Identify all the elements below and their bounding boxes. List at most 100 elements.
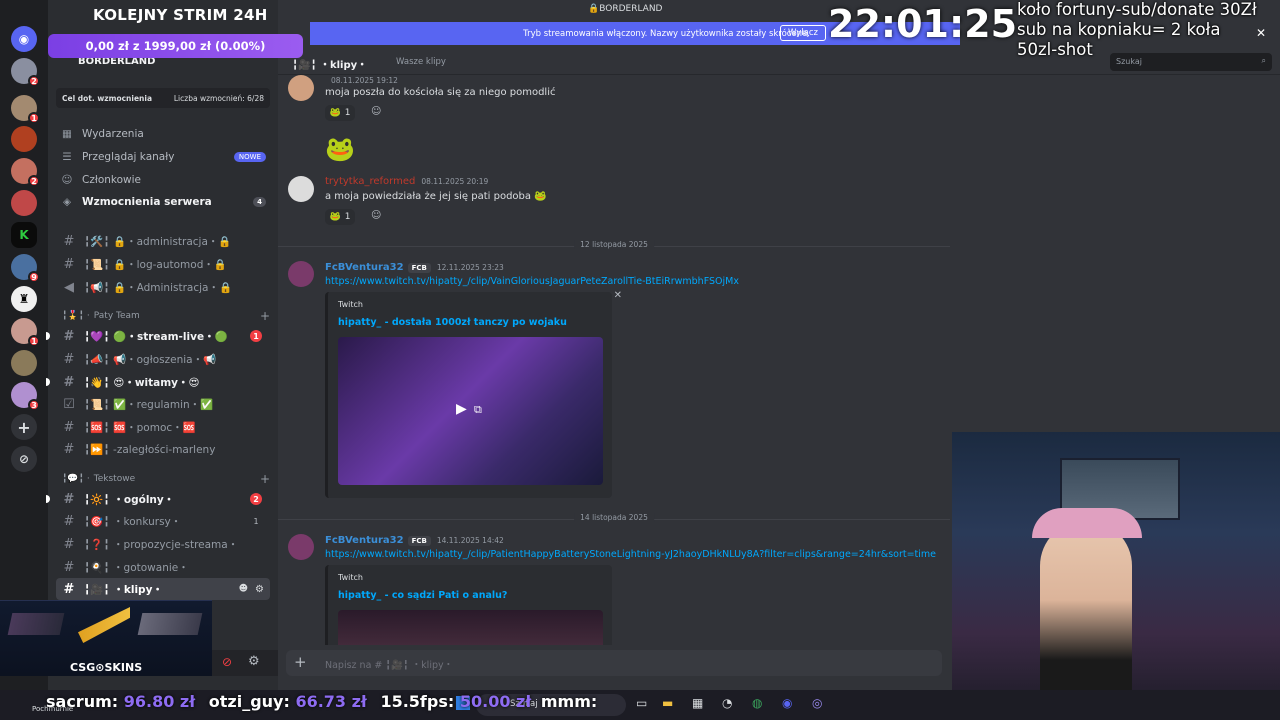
add-reaction-icon[interactable]: ☺ bbox=[371, 210, 381, 221]
clip-thumbnail[interactable] bbox=[338, 610, 603, 645]
file-explorer-icon[interactable]: ▬ bbox=[662, 696, 673, 710]
server-rail: ◉ 2 1 2 K 9 ♜ 1 3 + ⊘ bbox=[0, 0, 48, 690]
rules-icon: ☑ bbox=[63, 396, 75, 412]
clip-link[interactable]: https://www.twitch.tv/hipatty_/clip/Pati… bbox=[325, 549, 950, 560]
user-settings-icon[interactable]: ⚙ bbox=[248, 654, 260, 669]
channel-gotowanie[interactable]: # ╏🍳╏ ・gotowanie・ bbox=[56, 556, 270, 578]
kick-server-icon[interactable]: K bbox=[11, 222, 37, 248]
channel-pomoc[interactable]: # ╏🆘╏ 🆘・pomoc・🆘 bbox=[56, 416, 270, 438]
channel-witamy[interactable]: # ╏👋╏ 😍・witamy・😍 bbox=[46, 371, 270, 393]
channel-zaleglosci[interactable]: # ╏⏩╏ -zaległości-marleny bbox=[56, 438, 270, 460]
boost-goal-bar[interactable]: Cel dot. wzmocnienia Liczba wzmocnień: 6… bbox=[56, 88, 270, 108]
menu-members[interactable]: ☺ Członkowie bbox=[60, 174, 142, 186]
add-reaction-icon[interactable]: ☺ bbox=[371, 106, 381, 117]
channel-stream-live[interactable]: # ╏💜╏ 🟢・stream-live・🟢 1 bbox=[46, 325, 270, 347]
frog-emoji-icon: 🐸 bbox=[329, 108, 341, 118]
menu-browse-channels[interactable]: ☰ Przeglądaj kanały NOWE bbox=[60, 151, 266, 163]
server-icon[interactable]: 9 bbox=[11, 254, 40, 283]
menu-server-boosts[interactable]: ◈ Wzmocnienia serwera 4 bbox=[60, 196, 266, 208]
chrome-icon[interactable]: ◍ bbox=[752, 696, 762, 710]
clip-thumbnail[interactable]: ▶ ⧉ bbox=[338, 337, 603, 485]
message[interactable]: 08.11.2025 19:12 moja poszła do kościoła… bbox=[288, 75, 938, 163]
discord-taskbar-icon[interactable]: ◉ bbox=[782, 696, 792, 710]
reaction[interactable]: 🐸 1 bbox=[325, 209, 355, 225]
add-attachment-icon[interactable]: + bbox=[294, 653, 307, 671]
discord-home-icon[interactable]: ◉ bbox=[11, 26, 37, 52]
twitch-embed: Twitch hipatty_ - dostała 1000zł tanczy … bbox=[325, 290, 622, 498]
message[interactable]: FcBVentura32 FCB 14.11.2025 14:42 https://… bbox=[288, 534, 938, 645]
avatar[interactable] bbox=[288, 261, 314, 287]
category-prefix: ╏🎖️╏ · bbox=[62, 311, 90, 321]
wheel-line: 50zl-shot bbox=[1017, 40, 1093, 59]
message[interactable]: trytytka_reformed 08.11.2025 20:19 a moja… bbox=[288, 176, 938, 226]
server-icon[interactable]: ♜ bbox=[11, 286, 37, 312]
hash-icon: # bbox=[63, 581, 75, 597]
avatar[interactable] bbox=[288, 75, 314, 101]
server-icon[interactable] bbox=[11, 190, 37, 216]
category-name: Tekstowe bbox=[93, 474, 136, 484]
server-icon[interactable] bbox=[11, 126, 37, 152]
channel-ogloszenia[interactable]: # ╏📣╏ 📢・ogłoszenia・📢 bbox=[56, 348, 270, 370]
channel-name: ╏🍳╏ ・gotowanie・ bbox=[84, 561, 189, 574]
stream-mute-icon[interactable]: ⊘ bbox=[222, 655, 232, 669]
open-external-icon[interactable]: ⧉ bbox=[474, 403, 482, 417]
channel-ogolny[interactable]: # ╏🔆╏ ・ogólny・ 2 bbox=[46, 488, 270, 510]
app-icon[interactable]: ◎ bbox=[812, 696, 822, 710]
app-icon[interactable]: ◔ bbox=[722, 696, 732, 710]
disable-streamer-mode-button[interactable]: Wyłącz bbox=[779, 25, 826, 41]
username[interactable]: FcBVentura32 bbox=[325, 262, 404, 273]
boost-count-badge: 4 bbox=[253, 197, 266, 207]
server-icon[interactable] bbox=[11, 350, 37, 376]
borderland-server-icon[interactable]: 3 bbox=[11, 382, 40, 411]
message-header: FcBVentura32 FCB 14.11.2025 14:42 bbox=[325, 535, 504, 546]
channel-klipy[interactable]: # ╏🎥╏ ・klipy・ ⚙ ☻ bbox=[56, 578, 270, 600]
channel-propozycje[interactable]: # ╏❓╏ ・propozycje-streama・ bbox=[56, 533, 270, 555]
category-tekstowe[interactable]: ╏💬╏ · Tekstowe + bbox=[62, 472, 272, 486]
channel-name: ╏🆘╏ 🆘・pomoc・🆘 bbox=[84, 421, 196, 434]
message[interactable]: FcBVentura32 FCB 12.11.2025 23:23 https://… bbox=[288, 261, 938, 501]
category-paty-team[interactable]: ╏🎖️╏ · Paty Team + bbox=[62, 309, 272, 323]
channel-regulamin[interactable]: ☑ ╏📜╏ ✅・regulamin・✅ bbox=[56, 393, 270, 415]
clip-link[interactable]: https://www.twitch.tv/hipatty_/clip/Vain… bbox=[325, 276, 739, 287]
remove-embed-icon[interactable]: ✕ bbox=[614, 290, 622, 301]
message-header: trytytka_reformed 08.11.2025 20:19 bbox=[325, 176, 488, 187]
invite-icon[interactable]: ☻ bbox=[239, 584, 248, 594]
channel-konkursy[interactable]: # ╏🎯╏ ・konkursy・ 1 bbox=[56, 510, 270, 532]
thread-title[interactable]: Wasze klipy bbox=[396, 57, 446, 67]
donor-name: mmm: bbox=[540, 692, 598, 711]
mention-badge: 2 bbox=[250, 493, 262, 505]
username[interactable]: FcBVentura32 bbox=[325, 535, 404, 546]
add-channel-icon[interactable]: + bbox=[260, 309, 270, 323]
message-text: a moja powiedziała że jej się pati podob… bbox=[325, 191, 547, 202]
channel-log-automod[interactable]: # ╏📜╏ 🔒・log-automod・🔒 bbox=[56, 253, 270, 275]
add-channel-icon[interactable]: + bbox=[260, 472, 270, 486]
add-server-icon[interactable]: + bbox=[11, 414, 37, 440]
avatar[interactable] bbox=[288, 176, 314, 202]
reaction-count: 1 bbox=[344, 212, 351, 222]
embed-title[interactable]: hipatty_ - co sądzi Pati o analu? bbox=[338, 590, 507, 601]
discover-icon[interactable]: ⊘ bbox=[11, 446, 37, 472]
channel-name: ╏🎥╏ ・klipy・ bbox=[84, 583, 163, 596]
settings-icon[interactable]: ⚙ bbox=[255, 584, 264, 595]
channel-administracja-voice[interactable]: ◀ ╏📢╏ 🔒・Administracja・🔒 bbox=[56, 276, 270, 298]
hash-icon: # bbox=[63, 536, 75, 552]
menu-events[interactable]: ▦ Wydarzenia bbox=[60, 128, 144, 140]
avatar[interactable] bbox=[288, 534, 314, 560]
server-icon[interactable]: 2 bbox=[11, 58, 40, 87]
task-view-icon[interactable]: ▭ bbox=[636, 696, 647, 710]
embed-title[interactable]: hipatty_ - dostała 1000zł tanczy po woja… bbox=[338, 317, 567, 328]
channel-name: ╏👋╏ 😍・witamy・😍 bbox=[84, 376, 200, 389]
store-icon[interactable]: ▦ bbox=[692, 696, 703, 710]
server-icon[interactable]: 2 bbox=[11, 158, 40, 187]
window-title: 🔒BORDERLAND bbox=[588, 4, 662, 14]
reaction[interactable]: 🐸 1 bbox=[325, 105, 355, 121]
play-icon[interactable]: ▶ bbox=[456, 401, 467, 417]
channel-administracja[interactable]: # ╏🛠️╏ 🔒・administracja・🔒 bbox=[56, 230, 270, 252]
server-icon[interactable]: 1 bbox=[11, 95, 40, 124]
server-icon[interactable]: 1 bbox=[11, 318, 40, 347]
username[interactable]: trytytka_reformed bbox=[325, 176, 415, 187]
frog-emoji-icon: 🐸 bbox=[329, 212, 341, 222]
boost-count: Liczba wzmocnień: 6/28 bbox=[173, 93, 264, 103]
message-composer[interactable]: + Napisz na # ╏🎥╏ ・klipy・ bbox=[286, 650, 942, 676]
close-banner-icon[interactable]: ✕ bbox=[1256, 26, 1266, 40]
